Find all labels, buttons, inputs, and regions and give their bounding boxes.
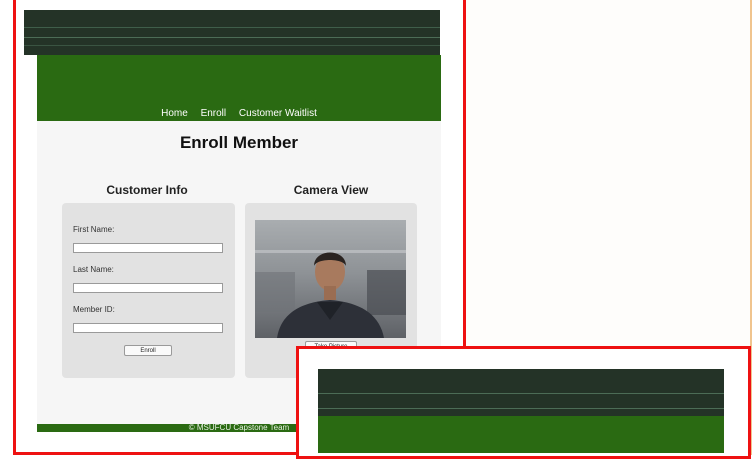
camera-view-heading: Camera View xyxy=(293,183,369,197)
toolbar-line xyxy=(24,45,440,46)
last-name-label: Last Name: xyxy=(73,265,114,274)
member-id-label: Member ID: xyxy=(73,305,115,314)
background-shelf xyxy=(367,270,406,315)
nav-enroll-link[interactable]: Enroll xyxy=(201,108,227,119)
nav-bar: Home Enroll Customer Waitlist xyxy=(37,108,441,119)
toolbar-line xyxy=(318,408,724,409)
customer-info-heading: Customer Info xyxy=(106,183,188,197)
inset-site-header xyxy=(318,416,724,453)
inset-browser-toolbar xyxy=(318,369,724,416)
customer-info-card: First Name: Last Name: Member ID: Enroll xyxy=(62,203,235,378)
toolbar-line xyxy=(318,393,724,394)
enroll-button[interactable]: Enroll xyxy=(124,345,172,356)
site-header: Home Enroll Customer Waitlist xyxy=(37,55,441,121)
background-wall xyxy=(255,272,295,312)
person-neck xyxy=(324,286,336,300)
nav-home-link[interactable]: Home xyxy=(161,108,188,119)
camera-feed xyxy=(255,220,406,338)
last-name-input[interactable] xyxy=(73,283,223,293)
toolbar-line xyxy=(24,27,440,28)
page-title: Enroll Member xyxy=(179,133,299,152)
nav-customer-waitlist-link[interactable]: Customer Waitlist xyxy=(239,108,317,119)
first-name-input[interactable] xyxy=(73,243,223,253)
toolbar-line xyxy=(24,37,440,38)
browser-toolbar xyxy=(24,10,440,55)
member-id-input[interactable] xyxy=(73,323,223,333)
first-name-label: First Name: xyxy=(73,225,115,234)
